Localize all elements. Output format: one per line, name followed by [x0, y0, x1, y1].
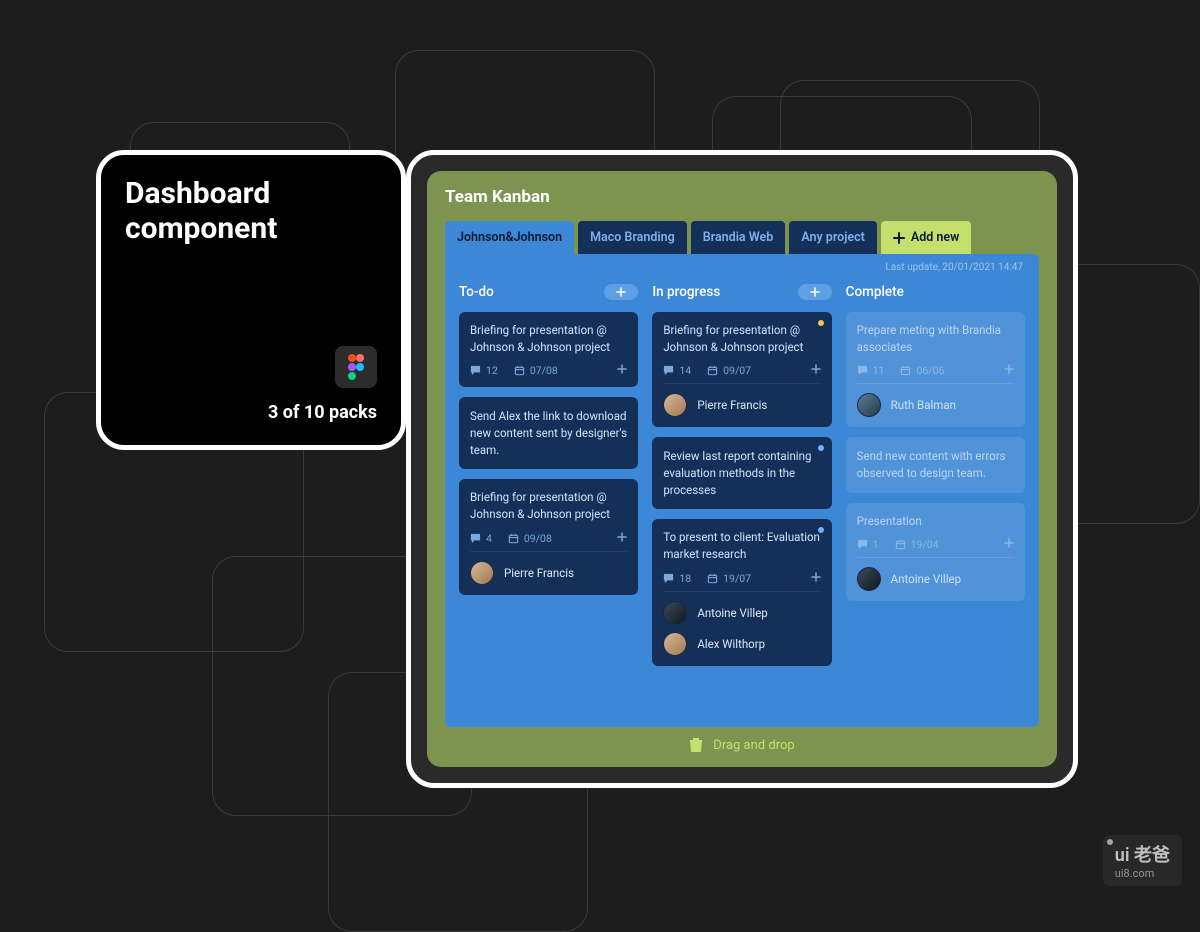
- card-add-button[interactable]: [1004, 364, 1014, 377]
- app-window: Team Kanban Johnson&Johnson Maco Brandin…: [406, 150, 1078, 788]
- kanban-card[interactable]: Briefing for presentation @ Johnson & Jo…: [459, 312, 638, 387]
- watermark: ui 老爸 ui8.com: [1103, 835, 1182, 886]
- kanban-board: Team Kanban Johnson&Johnson Maco Brandin…: [427, 171, 1057, 767]
- assignee: Pierre Francis: [470, 561, 627, 585]
- column-todo: To-do Briefing for presentation @ Johnso…: [459, 284, 638, 713]
- card-add-button[interactable]: [617, 364, 627, 377]
- comments-count: 4: [470, 532, 492, 545]
- tab-johnson[interactable]: Johnson&Johnson: [445, 221, 574, 254]
- assignee: Antoine Villep: [663, 601, 820, 625]
- plus-icon: [1004, 364, 1014, 374]
- plus-icon: [616, 287, 626, 297]
- column-title: In progress: [652, 284, 720, 300]
- add-card-button[interactable]: [798, 284, 832, 300]
- comment-icon: [663, 365, 674, 376]
- tab-any-project[interactable]: Any project: [789, 221, 877, 254]
- comment-icon: [663, 573, 674, 584]
- plus-icon: [617, 364, 627, 374]
- card-add-button[interactable]: [811, 572, 821, 585]
- comments-count: 1: [857, 538, 879, 551]
- kanban-card[interactable]: Send new content with errors observed to…: [846, 437, 1025, 492]
- comments-count: 11: [857, 364, 885, 377]
- calendar-icon: [514, 365, 525, 376]
- tab-maco-branding[interactable]: Maco Branding: [578, 221, 687, 254]
- avatar: [470, 561, 494, 585]
- assignee: Alex Wilthorp: [663, 632, 820, 656]
- card-add-button[interactable]: [1004, 538, 1014, 551]
- plus-icon: [893, 232, 905, 244]
- status-indicator: [818, 320, 824, 326]
- assignee: Ruth Balman: [857, 393, 1014, 417]
- calendar-icon: [508, 533, 519, 544]
- tab-add-new[interactable]: Add new: [881, 221, 971, 254]
- avatar: [857, 567, 881, 591]
- avatar: [663, 601, 687, 625]
- comment-icon: [857, 539, 868, 550]
- project-tabs: Johnson&Johnson Maco Branding Brandia We…: [445, 221, 1039, 254]
- comments-count: 14: [663, 364, 691, 377]
- board-panel: Last update, 20/01/2021 14:47 To-do Brie…: [445, 254, 1039, 727]
- plus-icon: [811, 364, 821, 374]
- kanban-card[interactable]: Send Alex the link to download new conte…: [459, 397, 638, 469]
- tab-brandia-web[interactable]: Brandia Web: [691, 221, 786, 254]
- board-title: Team Kanban: [445, 187, 1039, 207]
- avatar: [857, 393, 881, 417]
- column-in-progress: In progress Briefing for presentation @ …: [652, 284, 831, 713]
- column-title: To-do: [459, 284, 494, 300]
- trash-icon: [689, 737, 703, 753]
- comments-count: 12: [470, 364, 498, 377]
- card-date: 19/07: [707, 572, 751, 585]
- card-date: 06/06: [900, 364, 944, 377]
- calendar-icon: [895, 539, 906, 550]
- kanban-card[interactable]: Briefing for presentation @ Johnson & Jo…: [459, 479, 638, 594]
- column-complete: Complete Prepare meting with Brandia ass…: [846, 284, 1025, 713]
- status-indicator: [818, 527, 824, 533]
- card-date: 09/07: [707, 364, 751, 377]
- avatar: [663, 632, 687, 656]
- add-card-button[interactable]: [604, 284, 638, 300]
- card-date: 09/08: [508, 532, 552, 545]
- card-add-button[interactable]: [811, 364, 821, 377]
- card-add-button[interactable]: [617, 532, 627, 545]
- last-update: Last update, 20/01/2021 14:47: [885, 262, 1023, 273]
- kanban-card[interactable]: Presentation 1 19/04: [846, 503, 1025, 602]
- info-card: Dashboard component 3 of 10 packs: [96, 150, 406, 450]
- assignee: Antoine Villep: [857, 567, 1014, 591]
- info-card-title: Dashboard component: [125, 177, 377, 246]
- card-date: 07/08: [514, 364, 558, 377]
- kanban-card[interactable]: To present to client: Evaluation market …: [652, 519, 831, 665]
- plus-icon: [617, 532, 627, 542]
- plus-icon: [810, 287, 820, 297]
- figma-icon: [335, 346, 377, 388]
- kanban-card[interactable]: Review last report containing evaluation…: [652, 437, 831, 509]
- comment-icon: [470, 533, 481, 544]
- calendar-icon: [900, 365, 911, 376]
- status-indicator: [818, 445, 824, 451]
- calendar-icon: [707, 365, 718, 376]
- plus-icon: [811, 572, 821, 582]
- kanban-card[interactable]: Prepare meting with Brandia associates 1…: [846, 312, 1025, 427]
- drop-zone[interactable]: Drag and drop: [445, 727, 1039, 755]
- kanban-card[interactable]: Briefing for presentation @ Johnson & Jo…: [652, 312, 831, 427]
- plus-icon: [1004, 538, 1014, 548]
- comment-icon: [470, 365, 481, 376]
- column-title: Complete: [846, 284, 904, 300]
- avatar: [663, 393, 687, 417]
- assignee: Pierre Francis: [663, 393, 820, 417]
- comment-icon: [857, 365, 868, 376]
- comments-count: 18: [663, 572, 691, 585]
- card-date: 19/04: [895, 538, 939, 551]
- calendar-icon: [707, 573, 718, 584]
- packs-count: 3 of 10 packs: [268, 402, 377, 423]
